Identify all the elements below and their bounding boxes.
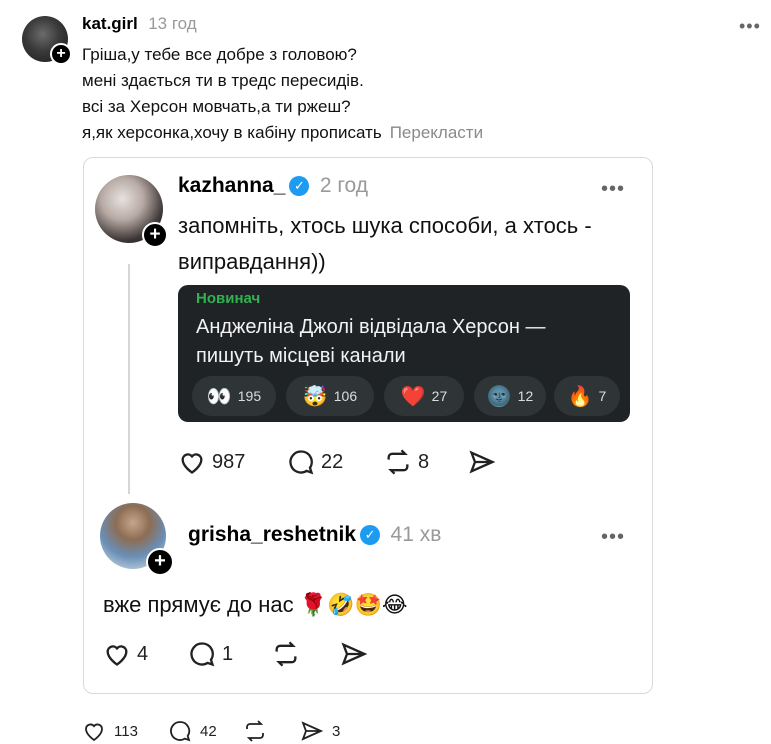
comment-count: 42: [200, 722, 217, 740]
reply-header: grisha_reshetnik ✓ 41 хв: [188, 523, 441, 547]
comment-icon: [289, 450, 314, 475]
exploding-head-emoji-icon: 🤯: [302, 385, 328, 408]
like-button[interactable]: 4: [103, 641, 148, 667]
more-menu-icon[interactable]: •••: [601, 526, 625, 549]
send-icon: [469, 450, 496, 474]
comment-icon: [170, 721, 191, 742]
heart-icon: [85, 723, 103, 742]
reaction-chip: 🌚 12: [474, 376, 546, 416]
share-count: 3: [332, 722, 341, 740]
post-text-line: мені здається ти в тредс пересидів.: [82, 71, 364, 90]
post-text-line: всі за Херсон мовчать,а ти ржеш?: [82, 97, 351, 116]
send-icon: [341, 642, 368, 666]
eyes-emoji-icon: 👀: [206, 385, 232, 408]
post-body: Гріша,у тебе все добре з головою? мені з…: [82, 42, 483, 146]
verified-badge-icon: ✓: [360, 525, 381, 545]
reaction-chip: 🔥 7: [554, 376, 620, 416]
repost-count: 8: [418, 450, 430, 473]
like-count: 987: [212, 450, 246, 473]
post-header: kat.girl 13 год: [82, 14, 197, 34]
repost-button[interactable]: [243, 720, 267, 742]
thread-connector-line: [128, 264, 130, 494]
reply-text: вже прямує до нас 🌹🤣🤩😂: [103, 592, 408, 617]
fire-emoji-icon: 🔥: [567, 385, 593, 408]
reaction-count: 106: [333, 388, 358, 404]
share-button[interactable]: 3: [300, 720, 340, 742]
comment-count: 1: [222, 642, 234, 665]
reaction-count: 12: [517, 388, 534, 404]
username[interactable]: kazhanna_: [178, 174, 285, 197]
send-icon: [301, 721, 324, 741]
share-button[interactable]: [468, 449, 496, 475]
timestamp: 41 хв: [390, 523, 442, 546]
repost-icon: [246, 720, 264, 742]
reaction-chip: 🤯 106: [286, 376, 374, 416]
repost-icon: [387, 449, 409, 475]
comment-button[interactable]: 42: [168, 720, 217, 742]
more-menu-icon[interactable]: •••: [601, 178, 625, 201]
reaction-count: 195: [237, 388, 262, 404]
like-count: 4: [137, 642, 149, 665]
heart-emoji-icon: ❤️: [400, 385, 426, 408]
heart-icon: [106, 645, 128, 666]
like-button[interactable]: 113: [82, 720, 138, 742]
quoted-text-line: запомніть, хтось шука способи, а хтось -: [178, 213, 592, 238]
verified-badge-icon: ✓: [289, 176, 310, 196]
post-text-line: Гріша,у тебе все добре з головою?: [82, 45, 357, 64]
repost-button[interactable]: [272, 641, 300, 667]
quoted-text-line: виправдання)): [178, 249, 326, 274]
heart-icon: [181, 453, 203, 474]
reaction-chip: ❤️ 27: [384, 376, 464, 416]
timestamp: 2 год: [319, 174, 369, 197]
comment-count: 22: [321, 450, 344, 473]
username[interactable]: kat.girl: [82, 14, 138, 33]
reaction-chip: 👀 195: [192, 376, 276, 416]
timestamp: 13 год: [148, 14, 197, 33]
follow-plus-icon[interactable]: +: [146, 548, 174, 576]
quoted-text: запомніть, хтось шука способи, а хтось -…: [178, 208, 638, 280]
post-text-line: я,як херсонка,хочу в кабіну прописать Пер…: [82, 123, 484, 142]
repost-icon: [275, 641, 297, 667]
comment-button[interactable]: 1: [188, 641, 233, 667]
follow-plus-icon[interactable]: +: [142, 222, 168, 248]
reaction-count: 7: [598, 388, 607, 404]
follow-plus-icon[interactable]: +: [50, 43, 72, 65]
more-menu-icon[interactable]: •••: [739, 16, 761, 37]
username[interactable]: grisha_reshetnik: [188, 523, 356, 546]
reaction-count: 27: [431, 388, 448, 404]
translate-link[interactable]: Перекласти: [390, 123, 483, 142]
news-channel-name: Новинач: [196, 290, 261, 307]
quoted-header: kazhanna_ ✓ 2 год: [178, 174, 368, 198]
comment-icon: [190, 642, 215, 667]
like-count: 113: [114, 722, 138, 740]
moon-face-emoji-icon: 🌚: [486, 385, 512, 408]
like-button[interactable]: 987: [178, 449, 245, 475]
share-button[interactable]: [340, 641, 368, 667]
repost-button[interactable]: 8: [384, 449, 429, 475]
comment-button[interactable]: 22: [287, 449, 343, 475]
news-headline: Анджеліна Джолі відвідала Херсон — пишут…: [196, 316, 546, 367]
